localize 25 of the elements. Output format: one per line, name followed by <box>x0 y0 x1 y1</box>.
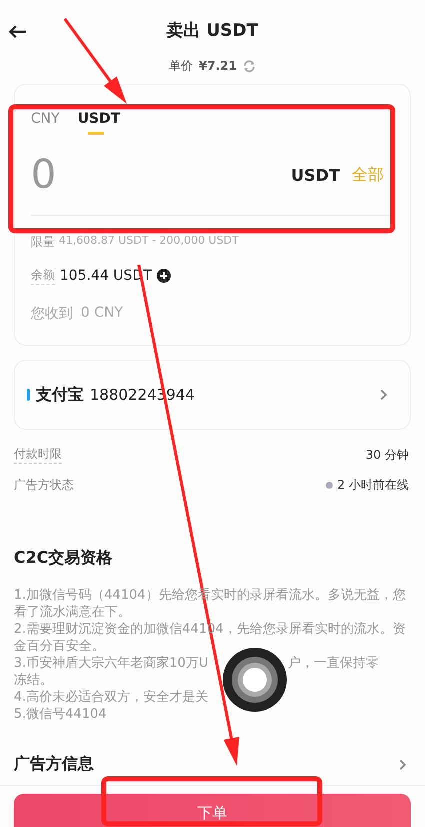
currency-tab[interactable]: USDT <box>78 111 120 135</box>
receive-label: 您收到 <box>31 305 73 323</box>
rule-text: 4.高价未必适合双方，安全才是关 <box>14 690 208 705</box>
balance-label: 余额 <box>31 267 55 285</box>
detail-value: 30 分钟 <box>366 446 409 464</box>
price-value: ¥7.21 <box>199 59 237 73</box>
advertiser-info-label: 广告方信息 <box>14 754 94 775</box>
rule-text: 5.微信号44104 <box>14 707 107 722</box>
rule-text: 户，一直保持零 <box>288 655 379 672</box>
price-label: 单价 <box>169 58 194 74</box>
detail-value: 2 小时前在线 <box>338 476 409 494</box>
unit-label: USDT <box>291 166 340 184</box>
limit-value: 41,608.87 USDT - 200,000 USDT <box>59 234 239 249</box>
advertiser-info-row[interactable]: 广告方信息 <box>0 754 425 786</box>
detail-label: 付款时限 <box>14 446 62 464</box>
page-title: 卖出 USDT <box>166 20 258 42</box>
amount-field[interactable]: 0 <box>31 152 292 198</box>
payment-name: 支付宝 <box>36 384 84 406</box>
receive-value: 0 CNY <box>81 305 124 323</box>
currency-tab[interactable]: CNY <box>31 111 60 135</box>
detail-label: 广告方状态 <box>14 476 74 494</box>
limit-label: 限量 <box>31 234 55 251</box>
section-title: C2C交易资格 <box>14 548 114 569</box>
rule-text: 冻结。 <box>14 673 53 688</box>
rule-text: 3.币安神盾大宗六年老商家10万U <box>14 655 208 672</box>
